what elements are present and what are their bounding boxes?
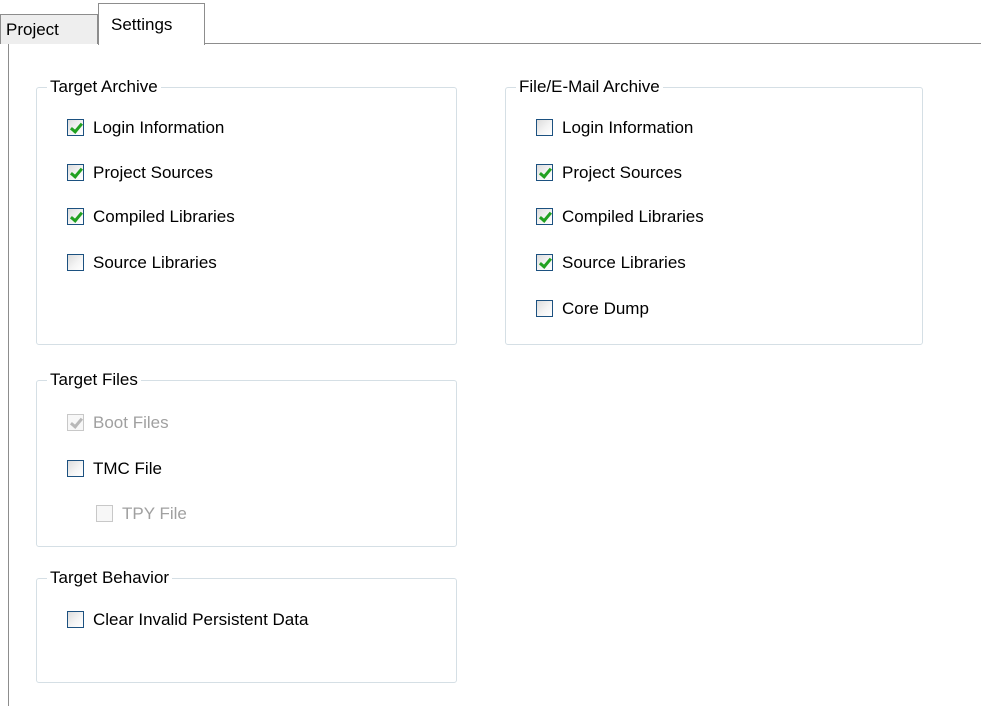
checkbox-box[interactable] xyxy=(67,460,84,477)
checkbox-label: Project Sources xyxy=(562,163,682,182)
checkbox-compiled-libraries[interactable]: Compiled Libraries xyxy=(536,207,704,227)
checkbox-label: Core Dump xyxy=(562,299,649,318)
checkbox-login-information[interactable]: Login Information xyxy=(67,118,224,138)
checkbox-boot-files[interactable]: Boot Files xyxy=(67,413,169,433)
checkbox-label: Source Libraries xyxy=(562,253,686,272)
checkbox-project-sources[interactable]: Project Sources xyxy=(67,163,213,183)
tab-project[interactable]: Project xyxy=(0,14,98,44)
checkbox-box[interactable] xyxy=(536,164,553,181)
checkbox-box[interactable] xyxy=(96,505,113,522)
checkbox-box[interactable] xyxy=(536,119,553,136)
file-email-archive-group: File/E-Mail Archive Login Information Pr… xyxy=(505,77,923,345)
checkbox-label: Login Information xyxy=(562,118,694,137)
checkbox-label: Compiled Libraries xyxy=(93,207,235,226)
checkbox-compiled-libraries[interactable]: Compiled Libraries xyxy=(67,207,235,227)
checkbox-box[interactable] xyxy=(67,208,84,225)
panel-border xyxy=(8,44,9,706)
checkbox-tmc-file[interactable]: TMC File xyxy=(67,459,162,479)
target-archive-group: Target Archive Login Information Project… xyxy=(36,77,457,345)
checkbox-label: Boot Files xyxy=(93,413,169,432)
group-title: Target Files xyxy=(47,370,141,390)
checkbox-source-libraries[interactable]: Source Libraries xyxy=(536,253,686,273)
group-title: Target Archive xyxy=(47,77,161,97)
checkbox-box[interactable] xyxy=(536,208,553,225)
checkbox-label: TMC File xyxy=(93,459,162,478)
checkbox-source-libraries[interactable]: Source Libraries xyxy=(67,253,217,273)
group-title: Target Behavior xyxy=(47,568,173,588)
checkbox-box[interactable] xyxy=(67,414,84,431)
target-files-group: Target Files Boot Files TMC File TPY Fil… xyxy=(36,370,457,547)
checkbox-label: Login Information xyxy=(93,118,225,137)
tab-strip-divider xyxy=(205,43,981,44)
checkbox-clear-invalid-persistent-data[interactable]: Clear Invalid Persistent Data xyxy=(67,610,308,630)
checkbox-label: Source Libraries xyxy=(93,253,217,272)
checkbox-label: TPY File xyxy=(122,504,187,523)
checkbox-box[interactable] xyxy=(536,254,553,271)
checkbox-login-information[interactable]: Login Information xyxy=(536,118,693,138)
checkbox-tpy-file[interactable]: TPY File xyxy=(96,504,187,524)
tab-settings[interactable]: Settings xyxy=(98,3,205,45)
group-title: File/E-Mail Archive xyxy=(516,77,663,97)
checkbox-label: Project Sources xyxy=(93,163,213,182)
target-behavior-group: Target Behavior Clear Invalid Persistent… xyxy=(36,568,457,683)
tab-strip: Project Settings xyxy=(0,0,981,45)
checkbox-box[interactable] xyxy=(67,119,84,136)
checkbox-project-sources[interactable]: Project Sources xyxy=(536,163,682,183)
checkbox-box[interactable] xyxy=(67,611,84,628)
checkbox-core-dump[interactable]: Core Dump xyxy=(536,299,649,319)
checkbox-box[interactable] xyxy=(67,254,84,271)
checkbox-label: Clear Invalid Persistent Data xyxy=(93,610,309,629)
checkbox-box[interactable] xyxy=(536,300,553,317)
checkbox-box[interactable] xyxy=(67,164,84,181)
checkbox-label: Compiled Libraries xyxy=(562,207,704,226)
